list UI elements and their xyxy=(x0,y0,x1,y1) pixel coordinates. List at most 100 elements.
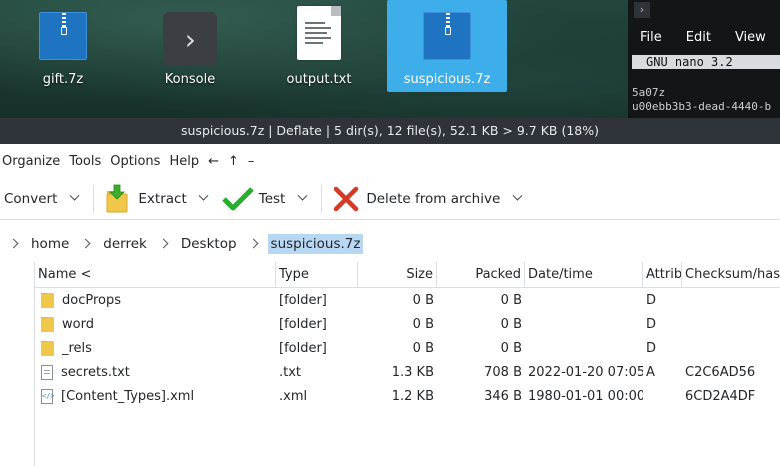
type-cell: .xml xyxy=(279,388,308,404)
breadcrumb-derrek[interactable]: derrek xyxy=(100,234,150,254)
toolbar-separator xyxy=(93,184,95,213)
breadcrumb-suspicious[interactable]: suspicious.7z xyxy=(267,234,364,254)
checkmark-icon xyxy=(221,186,254,210)
table-row[interactable]: secrets.txt .txt 1.3 KB 708 B 2022-01-20… xyxy=(35,360,780,384)
column-header-attrib[interactable]: Attrib xyxy=(643,262,682,288)
delete-label: Delete from archive xyxy=(366,190,501,207)
toolbar-separator xyxy=(321,184,323,213)
test-label: Test xyxy=(258,190,286,207)
terminal-menu-edit[interactable]: Edit xyxy=(674,30,723,45)
window-titlebar[interactable]: suspicious.7z | Deflate | 5 dir(s), 12 f… xyxy=(0,118,780,144)
archive-7z-icon xyxy=(39,12,87,60)
column-header-name[interactable]: Name < xyxy=(35,262,276,288)
column-header-size[interactable]: Size xyxy=(358,262,437,288)
convert-button[interactable]: Convert xyxy=(0,182,87,216)
desktop-icon-konsole[interactable]: › Konsole xyxy=(130,0,250,92)
chevron-down-icon[interactable] xyxy=(508,188,526,210)
desktop-icon-output[interactable]: output.txt xyxy=(259,0,379,92)
desktop-icon-label: suspicious.7z xyxy=(403,72,491,87)
chevron-right-icon[interactable] xyxy=(248,230,262,258)
type-cell: .txt xyxy=(279,364,302,380)
attrib-cell: A xyxy=(646,364,655,380)
terminal-icon: › xyxy=(163,12,217,66)
packed-cell: 0 B xyxy=(500,292,522,308)
delete-x-icon xyxy=(334,186,359,211)
desktop-icon-label: gift.7z xyxy=(42,72,84,87)
hash-cell: C2C6AD56 xyxy=(685,364,756,380)
size-cell: 0 B xyxy=(412,316,434,332)
chevron-down-icon[interactable] xyxy=(65,188,83,210)
hash-cell: 6CD2A4DF xyxy=(685,388,756,404)
extract-icon xyxy=(106,184,128,212)
desktop-icon-label: output.txt xyxy=(286,72,352,87)
size-cell: 0 B xyxy=(412,340,434,356)
extract-button[interactable]: Extract xyxy=(100,182,216,216)
type-cell: [folder] xyxy=(279,292,327,308)
breadcrumb-desktop[interactable]: Desktop xyxy=(178,234,240,254)
text-file-icon xyxy=(41,364,53,380)
size-cell: 0 B xyxy=(412,292,434,308)
file-name: docProps xyxy=(62,292,122,308)
up-arrow-button[interactable]: ↑ xyxy=(226,154,246,169)
attrib-cell: D xyxy=(646,340,657,356)
packed-cell: 708 B xyxy=(484,364,522,380)
chevron-right-icon[interactable]: › xyxy=(634,2,650,18)
menu-organize[interactable]: Organize xyxy=(0,154,67,169)
chevron-down-icon[interactable] xyxy=(293,188,311,210)
nano-title-bar: GNU nano 3.2 xyxy=(632,55,780,69)
column-header-type[interactable]: Type xyxy=(276,262,358,288)
terminal-menu-file[interactable]: File xyxy=(628,30,674,45)
desktop-icon-suspicious[interactable]: suspicious.7z xyxy=(387,0,507,92)
attrib-cell: D xyxy=(646,292,657,308)
table-header: Name < Type Size Packed Date/time Attrib… xyxy=(35,262,780,288)
terminal-line: 5a07z xyxy=(632,86,666,99)
file-name: word xyxy=(62,316,94,332)
column-header-packed[interactable]: Packed xyxy=(437,262,525,288)
packed-cell: 0 B xyxy=(500,316,522,332)
attrib-cell: D xyxy=(646,316,657,332)
column-header-checksum[interactable]: Checksum/hash xyxy=(682,262,780,288)
desktop-icon-gift[interactable]: gift.7z xyxy=(3,0,123,92)
terminal-menu-view[interactable]: View xyxy=(723,30,778,45)
menu-options[interactable]: Options xyxy=(108,154,167,169)
size-cell: 1.3 KB xyxy=(391,364,434,380)
chevron-down-icon[interactable] xyxy=(195,188,213,210)
breadcrumb-home[interactable]: home xyxy=(28,234,72,254)
file-name: secrets.txt xyxy=(61,364,130,380)
table-row[interactable]: docProps [folder] 0 B 0 B D xyxy=(35,288,780,312)
packed-cell: 346 B xyxy=(484,388,522,404)
name-cell: secrets.txt xyxy=(35,364,276,380)
file-name: [Content_Types].xml xyxy=(61,388,195,404)
xml-file-icon: </> xyxy=(41,388,55,404)
archive-7z-icon xyxy=(423,12,471,60)
chevron-right-icon[interactable] xyxy=(80,230,94,258)
toolbar: Convert Extract Test Delete from archive xyxy=(0,178,780,220)
convert-label: Convert xyxy=(4,190,58,207)
folder-icon xyxy=(41,340,54,356)
breadcrumb: home derrek Desktop suspicious.7z xyxy=(0,230,780,258)
type-cell: [folder] xyxy=(279,340,327,356)
minus-button[interactable]: – xyxy=(246,154,262,169)
table-row[interactable]: </> [Content_Types].xml .xml 1.2 KB 346 … xyxy=(35,384,780,408)
test-button[interactable]: Test xyxy=(217,182,316,216)
menu-tools[interactable]: Tools xyxy=(67,154,108,169)
chevron-right-icon[interactable] xyxy=(158,230,172,258)
terminal-window[interactable]: › File Edit View GNU nano 3.2 5a07z u00e… xyxy=(628,0,780,118)
folder-icon xyxy=(41,316,54,332)
name-cell: docProps xyxy=(35,292,276,308)
delete-from-archive-button[interactable]: Delete from archive xyxy=(328,182,530,216)
name-cell: _rels xyxy=(35,340,276,356)
menu-help[interactable]: Help xyxy=(167,154,206,169)
type-cell: [folder] xyxy=(279,316,327,332)
table-row[interactable]: _rels [folder] 0 B 0 B D xyxy=(35,336,780,360)
menubar: Organize Tools Options Help ← ↑ – xyxy=(0,148,780,174)
packed-cell: 0 B xyxy=(500,340,522,356)
table-row[interactable]: word [folder] 0 B 0 B D xyxy=(35,312,780,336)
back-arrow-button[interactable]: ← xyxy=(206,154,226,169)
chevron-right-icon[interactable] xyxy=(8,230,22,258)
extract-label: Extract xyxy=(138,190,187,207)
name-cell: </> [Content_Types].xml xyxy=(35,388,276,404)
desktop-icon-label: Konsole xyxy=(164,72,216,87)
terminal-menubar: File Edit View xyxy=(628,30,778,45)
column-header-date[interactable]: Date/time xyxy=(525,262,643,288)
